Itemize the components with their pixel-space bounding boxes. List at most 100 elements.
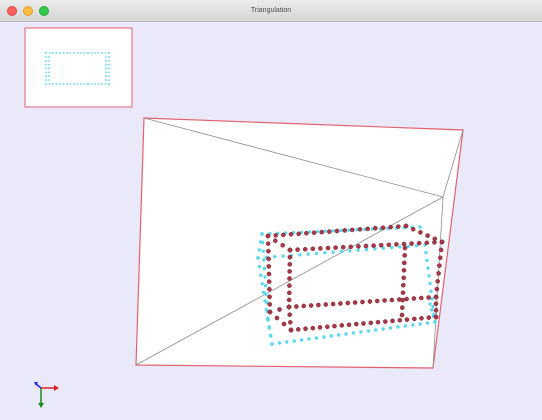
red-point bbox=[426, 315, 432, 320]
minimap-point bbox=[108, 59, 110, 62]
red-point bbox=[266, 248, 271, 254]
cyan-point bbox=[366, 329, 370, 333]
minimap-point bbox=[105, 67, 107, 70]
minimap-point bbox=[45, 56, 47, 58]
minimap-point bbox=[48, 56, 50, 58]
red-point bbox=[324, 324, 330, 330]
cyan-point bbox=[262, 258, 266, 262]
minimap-point bbox=[69, 52, 72, 54]
red-point bbox=[400, 290, 406, 296]
minimap-point bbox=[55, 52, 58, 54]
minimap-point bbox=[48, 75, 50, 78]
red-point bbox=[360, 299, 365, 305]
red-point bbox=[325, 245, 331, 251]
red-point bbox=[401, 260, 407, 266]
cyan-point bbox=[411, 323, 415, 327]
minimap-point bbox=[48, 52, 51, 54]
cyan-point bbox=[263, 283, 268, 288]
red-point bbox=[302, 246, 308, 252]
red-point bbox=[409, 241, 414, 246]
red-point bbox=[382, 298, 387, 303]
red-point bbox=[437, 255, 443, 260]
minimap-point bbox=[59, 83, 61, 85]
minimap-point bbox=[45, 59, 47, 62]
minimap-frame bbox=[24, 27, 133, 108]
red-point bbox=[277, 307, 282, 312]
minimap-point bbox=[76, 83, 79, 85]
red-point bbox=[399, 312, 405, 318]
cyan-point bbox=[307, 337, 311, 341]
triangulation-view bbox=[135, 117, 464, 369]
cyan-point bbox=[418, 225, 422, 229]
cyan-point bbox=[398, 245, 402, 249]
red-point bbox=[439, 239, 445, 245]
cyan-point bbox=[364, 247, 369, 252]
red-point bbox=[389, 297, 395, 303]
red-point bbox=[266, 256, 271, 262]
red-point bbox=[356, 244, 361, 249]
cyan-point bbox=[348, 249, 352, 253]
red-point bbox=[286, 290, 292, 296]
minimap-point bbox=[45, 52, 47, 54]
cyan-point bbox=[264, 292, 268, 296]
red-point bbox=[410, 226, 416, 232]
red-point bbox=[342, 228, 348, 233]
red-point bbox=[426, 295, 431, 300]
red-point bbox=[266, 271, 272, 277]
minimap-point bbox=[73, 52, 75, 54]
cyan-point bbox=[285, 340, 289, 344]
red-point bbox=[400, 297, 406, 303]
minimap-point bbox=[52, 83, 54, 85]
red-point bbox=[286, 304, 292, 310]
red-point bbox=[425, 233, 430, 238]
red-point bbox=[411, 296, 417, 301]
minimap-point bbox=[48, 71, 50, 74]
cyan-point bbox=[344, 332, 348, 336]
minimap-point bbox=[83, 83, 86, 85]
red-point bbox=[416, 240, 422, 246]
cyan-point bbox=[427, 274, 431, 278]
minimap-point bbox=[97, 52, 100, 54]
scene-canvas[interactable] bbox=[0, 22, 542, 420]
cyan-point bbox=[256, 256, 260, 260]
cyan-point bbox=[359, 330, 363, 334]
cyan-point bbox=[418, 322, 422, 326]
cyan-point bbox=[331, 250, 335, 254]
red-point bbox=[424, 240, 430, 246]
minimap-point bbox=[66, 52, 68, 54]
red-point bbox=[434, 286, 440, 292]
minimap-point bbox=[108, 83, 110, 85]
red-point bbox=[280, 232, 286, 238]
red-point bbox=[397, 317, 403, 323]
red-point bbox=[317, 325, 323, 330]
red-point bbox=[433, 294, 439, 300]
red-point bbox=[287, 254, 293, 260]
red-point bbox=[266, 264, 272, 269]
red-point bbox=[363, 243, 369, 249]
red-point bbox=[345, 300, 351, 306]
minimap-point bbox=[105, 59, 107, 62]
red-point bbox=[401, 241, 407, 247]
title-bar[interactable]: Triangulation bbox=[0, 0, 542, 22]
red-point bbox=[357, 226, 363, 232]
red-point bbox=[374, 298, 380, 304]
red-point bbox=[339, 323, 345, 328]
red-point bbox=[400, 282, 406, 288]
red-point bbox=[348, 244, 354, 250]
red-point bbox=[273, 233, 279, 238]
minimap-point bbox=[55, 83, 58, 85]
red-point bbox=[395, 224, 401, 229]
red-point bbox=[403, 223, 409, 229]
red-point bbox=[265, 241, 271, 246]
minimap-point bbox=[83, 52, 86, 54]
cyan-point bbox=[261, 249, 265, 253]
red-point bbox=[272, 238, 278, 243]
3d-viewport[interactable] bbox=[0, 22, 542, 420]
red-point bbox=[332, 323, 337, 329]
cyan-point bbox=[259, 273, 263, 277]
red-point bbox=[287, 319, 293, 325]
cyan-point bbox=[337, 333, 341, 337]
cyan-point bbox=[306, 252, 310, 256]
minimap-inset[interactable] bbox=[24, 27, 133, 108]
red-point bbox=[287, 312, 293, 318]
